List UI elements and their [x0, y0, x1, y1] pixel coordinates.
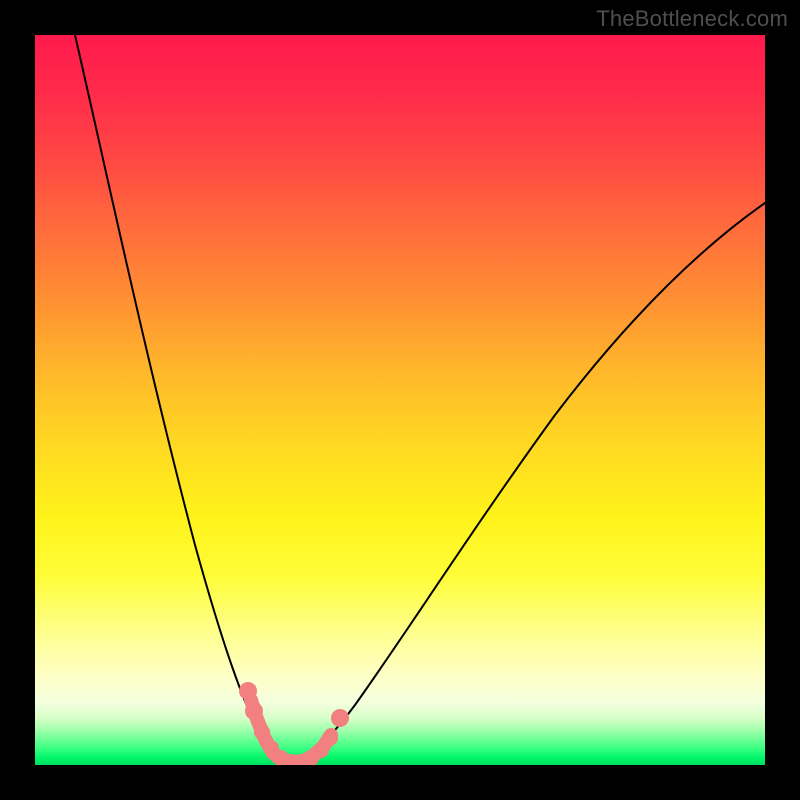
marker-dot [322, 730, 338, 746]
marker-dot [245, 702, 263, 720]
curve-right [287, 203, 765, 765]
chart-svg [35, 35, 765, 765]
watermark-text: TheBottleneck.com [596, 6, 788, 32]
curve-left [75, 35, 287, 765]
marker-dot [254, 724, 270, 740]
plot-area [35, 35, 765, 765]
marker-dot [331, 709, 349, 727]
chart-frame: TheBottleneck.com [0, 0, 800, 800]
marker-dot [239, 682, 257, 700]
